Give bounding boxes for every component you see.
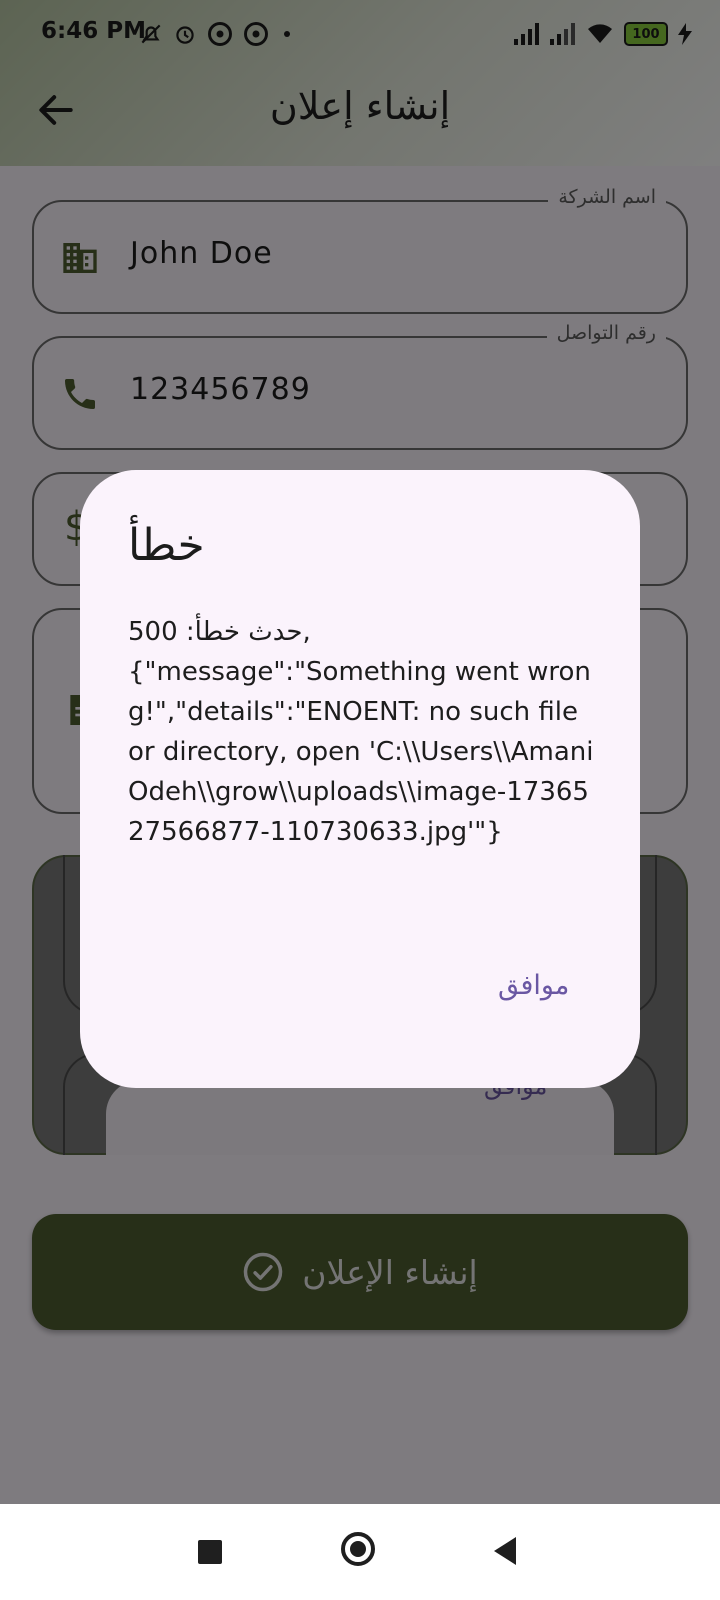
back-icon[interactable] (494, 1537, 516, 1565)
dialog-title: خطأ (128, 520, 205, 571)
ok-button[interactable]: موافق (498, 970, 569, 1001)
dialog-message: حدث خطأ: 500, {"message":"Something went… (128, 617, 594, 847)
recents-icon[interactable] (198, 1540, 222, 1564)
home-icon-dot (350, 1541, 366, 1557)
error-dialog: خطأ حدث خطأ: 500, {"message":"Something … (80, 470, 640, 1088)
